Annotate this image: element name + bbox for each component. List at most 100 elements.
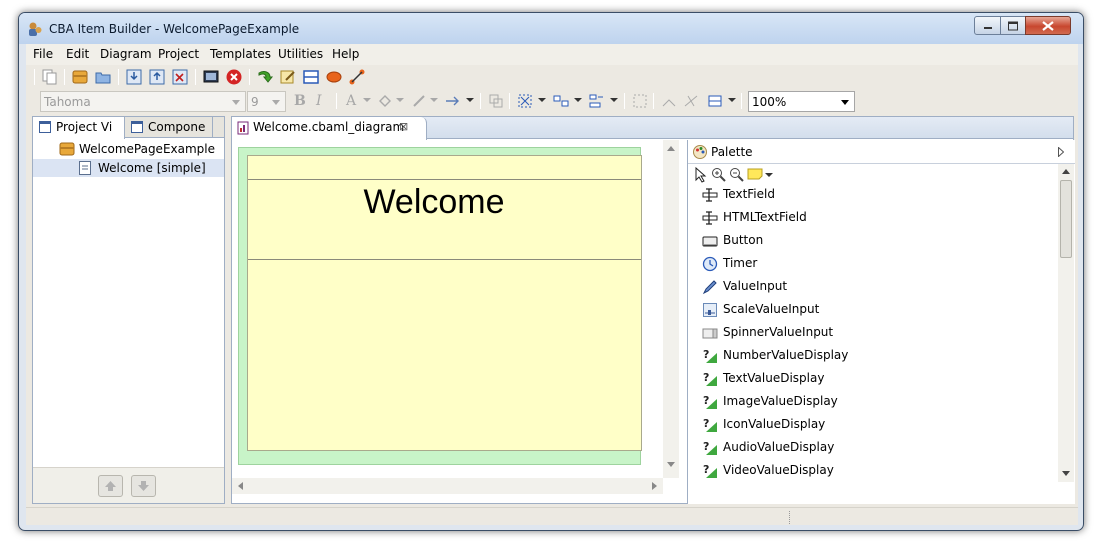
align-icon[interactable] (588, 92, 606, 110)
arrow-style-icon[interactable] (444, 92, 462, 110)
menu-project[interactable]: Project (158, 47, 199, 61)
tree-item-label: Welcome [simple] (98, 161, 206, 175)
svg-text:?: ? (703, 440, 709, 453)
move-down-button[interactable] (131, 475, 156, 497)
diagram-canvas[interactable]: Welcome (232, 140, 686, 501)
minimize-icon (983, 26, 992, 29)
palette-scroll-thumb[interactable] (1060, 180, 1072, 258)
chevron-down-icon (466, 98, 474, 102)
toolbar-separator (34, 69, 35, 85)
font-color-button[interactable]: A (346, 93, 356, 109)
canvas-vertical-scrollbar[interactable] (663, 140, 679, 478)
tree-item-label: WelcomePageExample (79, 142, 216, 156)
welcome-heading[interactable]: Welcome (248, 183, 620, 222)
svg-text:?: ? (703, 394, 709, 407)
svg-text:?: ? (703, 348, 709, 361)
export-icon[interactable] (148, 68, 166, 86)
menu-diagram[interactable]: Diagram (100, 47, 152, 61)
open-project-icon[interactable] (94, 68, 112, 86)
tab-welcome-diagram[interactable]: Welcome.cbaml_diagram ⊠ (232, 117, 427, 140)
tree-item-project[interactable]: WelcomePageExample (33, 140, 224, 158)
menu-help[interactable]: Help (332, 47, 359, 61)
value-display-icon: ? (703, 394, 717, 409)
menu-edit[interactable]: Edit (66, 47, 89, 61)
import-icon[interactable] (125, 68, 143, 86)
close-window-button[interactable] (1025, 16, 1071, 35)
menu-utilities[interactable]: Utilities (278, 47, 323, 61)
layout-icon[interactable] (302, 68, 320, 86)
scroll-up-icon[interactable] (667, 146, 675, 151)
zoom-combo[interactable]: 100% (748, 91, 855, 112)
palette-toolbar (688, 165, 1075, 185)
chevron-down-icon (430, 98, 438, 102)
edit-icon[interactable] (279, 68, 297, 86)
window-title: CBA Item Builder - WelcomePageExample (49, 22, 300, 36)
delete-item-icon[interactable] (171, 68, 189, 86)
close-tab-icon[interactable]: ⊠ (399, 120, 408, 133)
palette-item-label: VideoValueDisplay (723, 463, 834, 477)
select-all-icon[interactable] (516, 92, 534, 110)
collapse-palette-icon[interactable] (1058, 147, 1064, 157)
project-explorer-panel: Project Vi Compone WelcomePageExample We… (32, 116, 225, 504)
tab-project-view[interactable]: Project Vi (33, 117, 125, 139)
maximize-button[interactable] (1000, 16, 1026, 35)
ellipse-icon[interactable] (325, 68, 343, 86)
status-bar (26, 507, 1078, 525)
scroll-left-icon[interactable] (238, 482, 243, 490)
value-display-icon: ? (703, 371, 717, 386)
chevron-down-icon (574, 98, 582, 102)
page-area[interactable]: Welcome (247, 155, 642, 451)
copy-icon[interactable] (41, 68, 59, 86)
autosize-icon[interactable] (631, 92, 649, 110)
menu-file[interactable]: File (33, 47, 53, 61)
scale-icon (703, 303, 717, 317)
tab-components[interactable]: Compone (125, 117, 213, 138)
connector-icon[interactable] (348, 68, 366, 86)
line-color-icon[interactable] (410, 92, 428, 110)
toolbar-separator (195, 69, 196, 85)
zoom-in-icon[interactable] (711, 167, 726, 182)
tree-item-page[interactable]: Welcome [simple] (33, 159, 224, 177)
group-icon[interactable] (487, 92, 505, 110)
stop-icon[interactable] (225, 68, 243, 86)
minimize-button[interactable] (974, 16, 1001, 35)
scroll-down-icon[interactable] (667, 462, 675, 467)
scroll-up-icon[interactable] (1062, 169, 1070, 174)
arrange-icon[interactable] (552, 92, 570, 110)
palette-scrollbar[interactable] (1058, 164, 1074, 482)
line-style-icon[interactable] (660, 92, 678, 110)
tree-nav-bar (33, 467, 224, 503)
status-divider (789, 511, 790, 524)
italic-button[interactable]: I (316, 93, 322, 109)
chevron-down-icon (841, 100, 849, 105)
menu-bar: File Edit Diagram Project Templates Util… (26, 44, 1078, 65)
select-tool-icon[interactable] (694, 167, 708, 183)
menu-templates[interactable]: Templates (210, 47, 271, 61)
preview-icon[interactable] (202, 68, 220, 86)
router-icon[interactable] (682, 92, 700, 110)
textfield-icon (702, 188, 718, 202)
bold-button[interactable]: B (294, 93, 306, 109)
note-tool-icon[interactable] (747, 168, 763, 180)
fill-color-icon[interactable] (376, 92, 394, 110)
palette-item-label: Timer (723, 256, 758, 270)
scroll-down-icon[interactable] (1062, 471, 1070, 476)
palette-panel: Palette TextField HTMLTextField Button T… (687, 140, 1075, 504)
zoom-out-icon[interactable] (729, 167, 744, 182)
run-icon[interactable] (256, 68, 274, 86)
chevron-down-icon (232, 100, 240, 105)
toolbar-separator (336, 93, 337, 109)
maximize-icon (1008, 21, 1018, 30)
scroll-right-icon[interactable] (652, 482, 657, 490)
page-frame[interactable]: Welcome (238, 147, 642, 465)
palette-header: Palette (688, 140, 1075, 164)
diagram-file-icon (237, 121, 249, 135)
font-size-combo[interactable]: 9 (247, 91, 286, 112)
new-project-icon[interactable] (71, 68, 89, 86)
size-icon[interactable] (706, 92, 724, 110)
app-window: CBA Item Builder - WelcomePageExample Fi… (18, 12, 1084, 531)
canvas-horizontal-scrollbar[interactable] (232, 478, 663, 494)
toolbar-separator (509, 93, 510, 109)
move-up-button[interactable] (98, 475, 123, 497)
font-name-combo[interactable]: Tahoma (40, 91, 246, 112)
